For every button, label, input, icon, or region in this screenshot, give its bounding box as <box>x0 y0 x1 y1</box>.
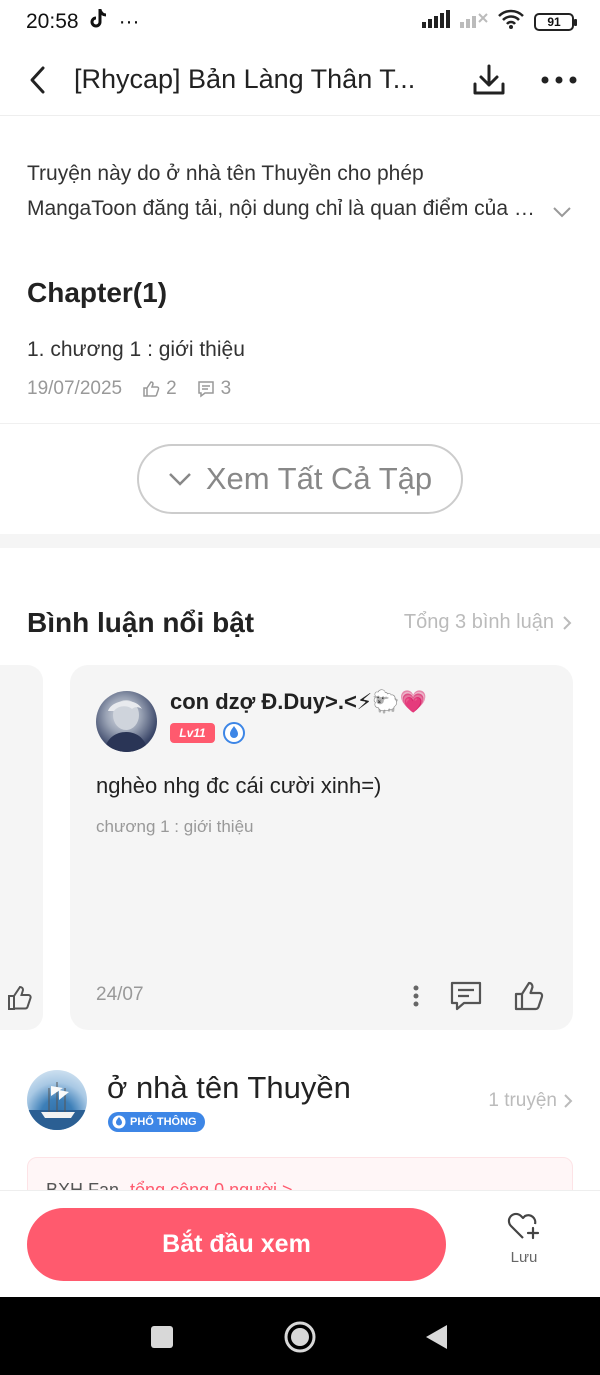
circle-icon <box>284 1321 316 1353</box>
author-level-badge: PHỔ THÔNG <box>108 1112 205 1132</box>
status-time: 20:58 <box>26 10 79 33</box>
save-button[interactable]: Lưu <box>486 1211 562 1281</box>
more-icon <box>541 76 577 83</box>
more-vertical-icon[interactable] <box>413 985 419 1007</box>
wifi-icon <box>498 9 524 35</box>
chapter-name: 1. chương 1 : giới thiệu <box>27 338 245 361</box>
more-button[interactable] <box>524 44 594 116</box>
heart-plus-icon <box>507 1212 540 1240</box>
comment-card[interactable]: con dzợ Đ.Duy>.<⚡🐑💗 Lv11 nghèo nhg đc cá… <box>70 665 573 1030</box>
signal-icon <box>422 10 450 34</box>
signal-off-icon <box>460 10 488 34</box>
chevron-down-icon <box>168 473 191 486</box>
square-icon <box>151 1326 173 1348</box>
download-button[interactable] <box>454 44 524 116</box>
author-story-count: 1 truyện <box>488 1090 557 1111</box>
like-icon[interactable] <box>513 980 545 1012</box>
comments-total-label: Tổng 3 bình luận <box>403 611 554 633</box>
author-badge-label: PHỔ THÔNG <box>130 1116 197 1128</box>
chapter-comments: 3 <box>220 378 232 399</box>
top-header: [Rhycap] Bản Làng Thân T... <box>0 44 600 116</box>
download-icon <box>473 64 505 94</box>
comment-text: nghèo nhg đc cái cười xinh=) <box>96 773 382 798</box>
back-button[interactable] <box>0 44 74 116</box>
comments-section-title: Bình luận nổi bật <box>27 607 255 638</box>
like-icon <box>8 985 32 1010</box>
vip-badge-icon <box>223 722 245 744</box>
like-icon <box>143 381 160 397</box>
drop-icon <box>112 1115 126 1129</box>
description-line: Truyện này do ở nhà tên Thuyền cho phép <box>27 162 424 185</box>
back-arrow-icon <box>30 66 45 93</box>
bottom-action-bar: Bắt đầu xem Lưu <box>0 1190 600 1297</box>
chevron-down-icon[interactable] <box>552 194 572 229</box>
triangle-back-icon <box>426 1325 447 1349</box>
chapter-item[interactable]: 1. chương 1 : giới thiệu 19/07/2025 2 3 <box>27 338 572 400</box>
comment-date: 24/07 <box>96 984 144 1005</box>
status-bar: 20:58 ··· 91 <box>0 0 600 44</box>
author-avatar[interactable] <box>27 1070 87 1130</box>
comment-chapter: chương 1 : giới thiệu <box>96 817 254 836</box>
chapter-date: 19/07/2025 <box>27 378 123 399</box>
level-badge: Lv11 <box>170 723 215 743</box>
chapter-section-title: Chapter(1) <box>27 277 168 308</box>
tiktok-icon <box>89 8 109 36</box>
comment-icon <box>197 381 214 398</box>
recent-apps-button[interactable] <box>144 1319 180 1355</box>
comments-total-link[interactable]: Tổng 3 bình luận <box>404 611 572 634</box>
page-title: [Rhycap] Bản Làng Thân T... <box>74 64 416 94</box>
see-all-episodes-button[interactable]: Xem Tất Cả Tập <box>137 444 463 514</box>
save-label: Lưu <box>510 1249 538 1266</box>
system-nav-bar <box>0 1297 600 1375</box>
author-row[interactable]: ở nhà tên Thuyền PHỔ THÔNG 1 truyện <box>27 1070 573 1134</box>
divider <box>0 423 600 424</box>
back-nav-button[interactable] <box>418 1319 454 1355</box>
chevron-right-icon <box>563 615 572 630</box>
chevron-right-icon <box>564 1094 573 1108</box>
comment-user-name[interactable]: con dzợ Đ.Duy>.<⚡🐑💗 <box>170 689 427 715</box>
avatar[interactable] <box>96 691 157 752</box>
start-reading-button[interactable]: Bắt đầu xem <box>27 1208 446 1281</box>
author-stories-link[interactable]: 1 truyện <box>488 1090 573 1112</box>
reply-icon[interactable] <box>449 980 483 1012</box>
chapter-likes: 2 <box>166 378 177 399</box>
section-divider <box>0 534 600 548</box>
see-all-label: Xem Tất Cả Tập <box>205 461 433 496</box>
description-line: MangaToon đăng tải, nội dung chỉ là quan… <box>27 197 537 220</box>
previous-comment-card[interactable] <box>0 665 43 1030</box>
story-description: Truyện này do ở nhà tên Thuyền cho phép … <box>27 156 572 226</box>
author-name: ở nhà tên Thuyền <box>107 1070 351 1105</box>
status-more: ··· <box>118 10 140 33</box>
home-button[interactable] <box>282 1319 318 1355</box>
battery-icon: 91 <box>534 13 577 31</box>
